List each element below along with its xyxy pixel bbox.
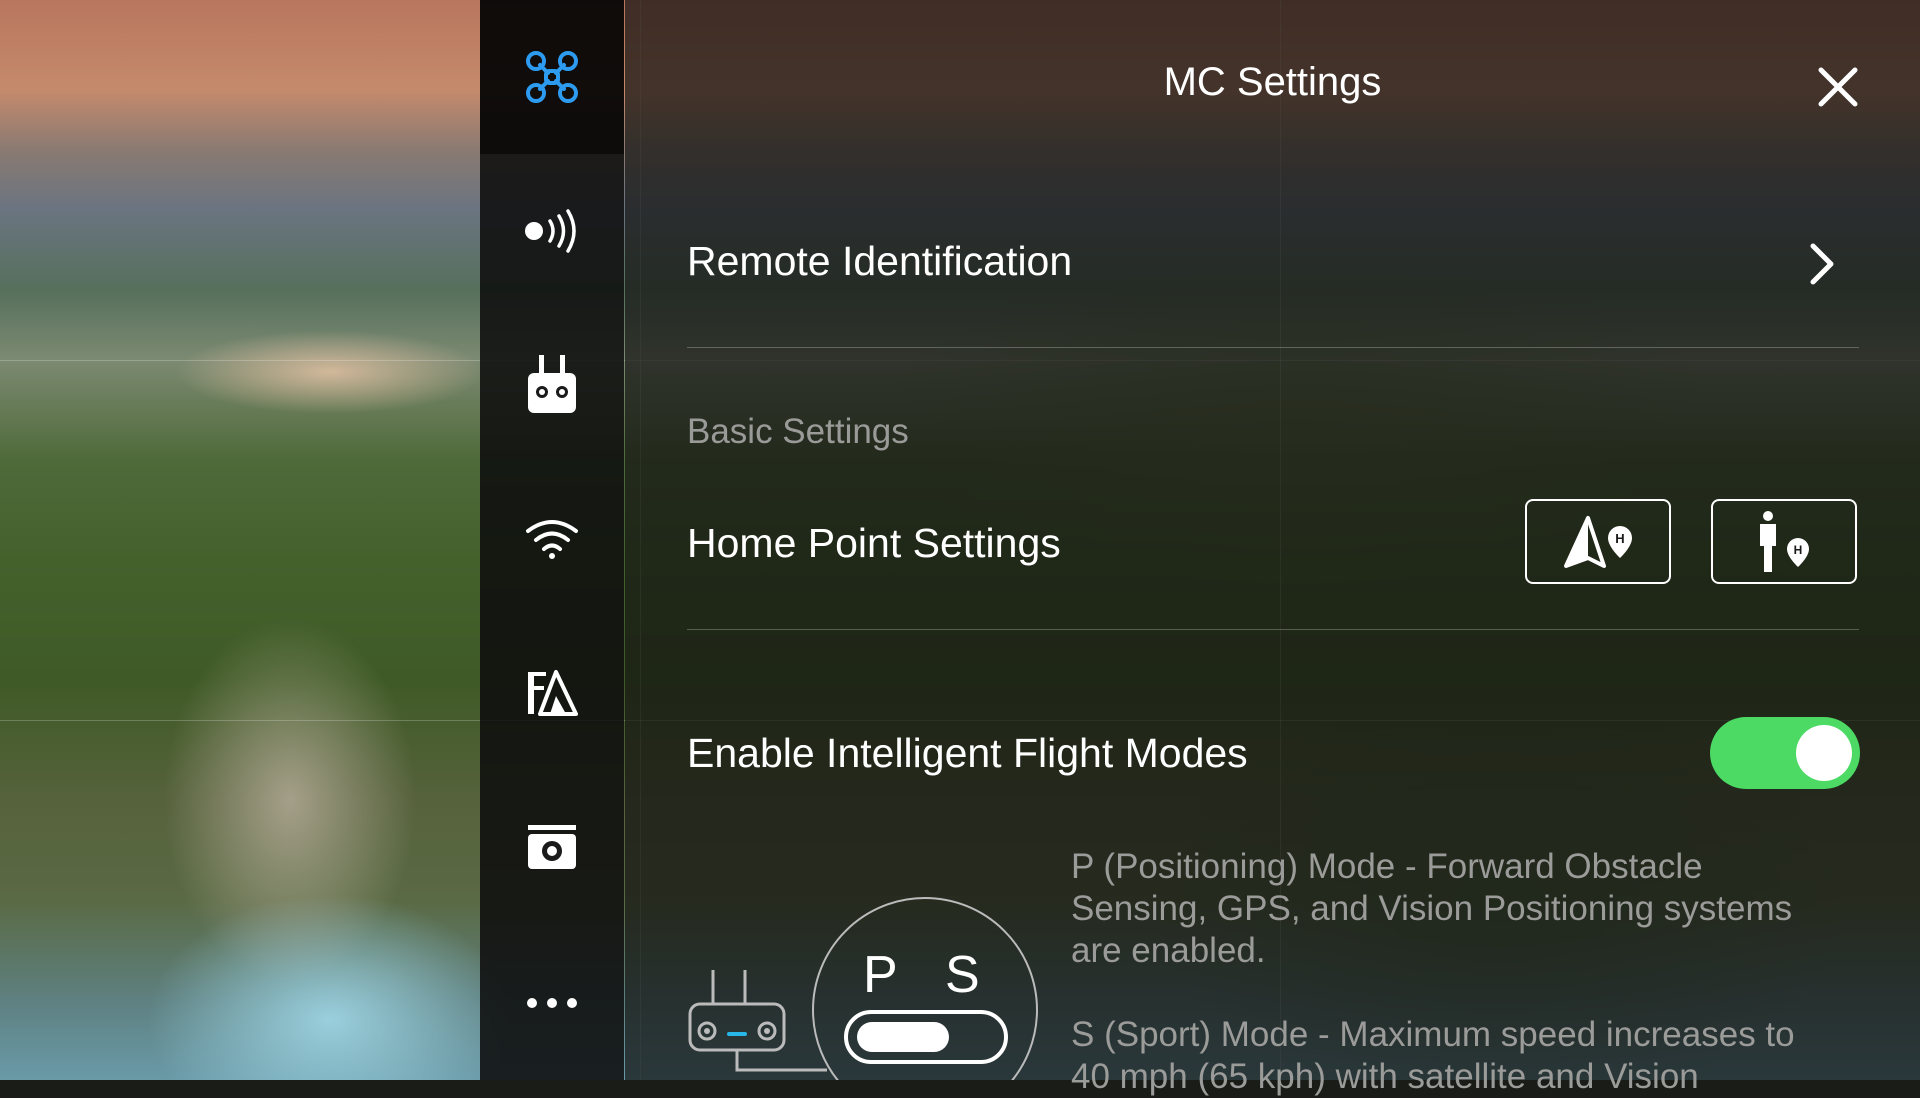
flight-mode-switch-illustration [812, 897, 1038, 1080]
sidebar-item-more[interactable] [480, 926, 624, 1080]
sidebar-item-remote-controller[interactable] [480, 308, 624, 462]
svg-text:H: H [1615, 531, 1624, 546]
camera-icon [528, 825, 576, 869]
home-point-aircraft-button[interactable]: H [1525, 499, 1671, 584]
divider [687, 347, 1859, 348]
remote-identification-row[interactable]: Remote Identification [625, 200, 1920, 350]
chevron-right-icon [1810, 243, 1834, 285]
remote-identification-label: Remote Identification [687, 238, 1073, 284]
page-title: MC Settings [1163, 60, 1382, 104]
aircraft-home-point-icon: H [1564, 515, 1632, 568]
p-mode-description: P (Positioning) Mode - Forward Obstacle … [1071, 847, 1793, 970]
sidebar-item-sensors[interactable] [480, 154, 624, 308]
mc-settings-panel: MC Settings Remote Identification Basic … [625, 0, 1920, 1096]
mode-p-label: P [863, 946, 898, 1004]
settings-sidebar [480, 0, 624, 1080]
pilot-home-point-icon: H [1760, 510, 1809, 572]
aircraft-icon [526, 51, 578, 103]
intelligent-flight-modes-toggle[interactable] [1710, 717, 1860, 789]
toggle-knob [1796, 725, 1852, 781]
close-button[interactable] [1813, 62, 1863, 112]
home-point-settings-label: Home Point Settings [687, 520, 1061, 566]
svg-text:H: H [1794, 543, 1803, 557]
sensor-signal-icon [525, 209, 576, 253]
basic-settings-heading: Basic Settings [687, 412, 909, 451]
mode-s-label: S [945, 946, 980, 1004]
divider [687, 629, 1859, 630]
home-point-pilot-button[interactable]: H [1711, 499, 1857, 584]
sidebar-item-battery[interactable] [480, 616, 624, 770]
sidebar-item-camera[interactable] [480, 770, 624, 924]
wifi-icon [526, 520, 578, 559]
sidebar-item-transmission[interactable] [480, 462, 624, 616]
intelligent-flight-modes-label: Enable Intelligent Flight Modes [687, 730, 1248, 776]
battery-icon [528, 670, 578, 716]
more-icon [527, 998, 577, 1008]
s-mode-description: S (Sport) Mode - Maximum speed increases… [1071, 1015, 1795, 1096]
sidebar-item-aircraft[interactable] [480, 0, 624, 154]
close-icon [1818, 67, 1858, 107]
remote-controller-icon [528, 355, 576, 413]
